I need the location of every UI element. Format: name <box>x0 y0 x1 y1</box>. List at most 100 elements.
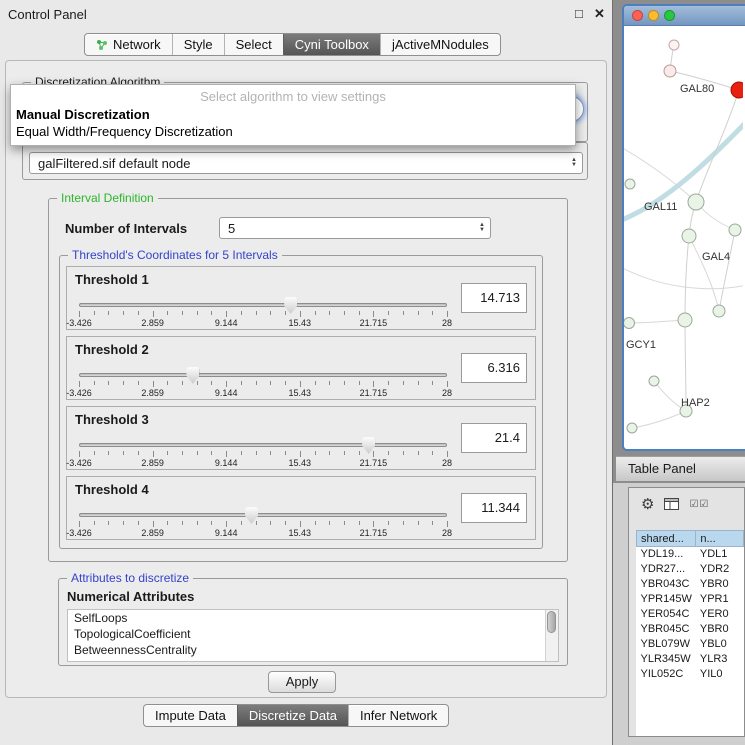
minimize-traffic-light-icon[interactable] <box>648 10 659 21</box>
network-icon <box>96 39 108 51</box>
network-node[interactable] <box>729 224 741 236</box>
node-label: GAL11 <box>644 201 677 213</box>
tab-cyni-toolbox[interactable]: Cyni Toolbox <box>283 34 380 55</box>
threshold-slider[interactable] <box>79 373 447 377</box>
table-data-combobox[interactable]: galFiltered.sif default node ▲▼ <box>29 152 583 174</box>
network-edge <box>719 230 735 311</box>
tab-impute-data[interactable]: Impute Data <box>144 705 237 726</box>
attributes-group: Attributes to discretize Numerical Attri… <box>58 578 568 666</box>
scrollbar-thumb[interactable] <box>547 611 556 633</box>
tick-label: 21.715 <box>360 388 388 398</box>
bottom-tab-bar: Impute Data Discretize Data Infer Networ… <box>143 704 449 727</box>
network-node[interactable] <box>688 194 704 210</box>
network-node[interactable] <box>627 423 637 433</box>
network-node[interactable] <box>731 82 743 98</box>
tab-jactivemnodules[interactable]: jActiveMNodules <box>380 34 500 55</box>
tick-label: 15.43 <box>289 388 312 398</box>
tab-network[interactable]: Network <box>85 34 172 55</box>
tab-style[interactable]: Style <box>172 34 224 55</box>
table-row[interactable]: YBR043CYBR0 <box>637 577 744 592</box>
table-row[interactable]: YDR27...YDR2 <box>637 562 744 577</box>
tab-discretize-data[interactable]: Discretize Data <box>237 705 348 726</box>
popup-option[interactable]: Manual Discretization <box>11 106 575 123</box>
tick-labels: -3.4262.8599.14415.4321.71528 <box>79 388 447 398</box>
interval-definition-group: Interval Definition Number of Intervals … <box>48 198 568 562</box>
numerical-attributes-list[interactable]: SelfLoopsTopologicalCoefficientBetweenne… <box>67 609 559 662</box>
table-row[interactable]: YDL19...YDL1 <box>637 547 744 562</box>
threshold-value-field[interactable]: 11.344 <box>461 493 527 523</box>
number-of-intervals-combobox[interactable]: 5 ▲▼ <box>219 217 491 239</box>
table-toolbar: ⚙ ☑☑ <box>629 488 744 520</box>
threshold-label: Threshold 2 <box>75 342 149 357</box>
network-node[interactable] <box>649 376 659 386</box>
select-columns-icon[interactable]: ☑☑ <box>689 499 709 510</box>
threshold-slider[interactable] <box>79 303 447 307</box>
table-row[interactable]: YBR045CYBR0 <box>637 622 744 637</box>
table-row[interactable]: YER054CYER0 <box>637 607 744 622</box>
threshold-value-field[interactable]: 14.713 <box>461 283 527 313</box>
popup-option[interactable]: Equal Width/Frequency Discretization <box>11 123 575 140</box>
table-row[interactable]: YBL079WYBL0 <box>637 637 744 652</box>
algorithm-popup-options: Manual DiscretizationEqual Width/Frequen… <box>11 106 575 140</box>
threshold-label: Threshold 1 <box>75 272 149 287</box>
column-header-name[interactable]: n... <box>696 531 744 547</box>
network-edge <box>629 320 685 323</box>
scrollbar[interactable] <box>545 610 558 661</box>
tick-label: 28 <box>442 388 452 398</box>
network-edge <box>624 116 743 221</box>
tab-label: Style <box>184 37 213 52</box>
stepper-icon: ▲▼ <box>479 223 485 233</box>
attribute-item[interactable]: SelfLoops <box>68 610 558 626</box>
network-window-titlebar[interactable] <box>624 6 745 26</box>
tick-label: -3.426 <box>66 318 92 328</box>
tab-select[interactable]: Select <box>224 34 283 55</box>
threshold-slider[interactable] <box>79 513 447 517</box>
tick-label: 15.43 <box>289 528 312 538</box>
table-row[interactable]: YIL052CYIL0 <box>637 667 744 682</box>
network-node[interactable] <box>625 179 635 189</box>
table-columns-icon[interactable] <box>664 498 679 510</box>
tick-label: 2.859 <box>141 528 164 538</box>
table-row[interactable]: YPR145WYPR1 <box>637 592 744 607</box>
network-node[interactable] <box>669 40 679 50</box>
network-edge <box>624 146 696 202</box>
thresholds-group-label: Threshold's Coordinates for 5 Intervals <box>68 248 282 262</box>
tab-label: Cyni Toolbox <box>295 37 369 52</box>
column-header-shared-name[interactable]: shared... <box>637 531 696 547</box>
close-icon[interactable]: ✕ <box>594 6 605 22</box>
threshold-value-field[interactable]: 21.4 <box>461 423 527 453</box>
tab-label: Impute Data <box>155 708 226 723</box>
attribute-item[interactable]: BetweennessCentrality <box>68 642 558 658</box>
threshold-row: Threshold 2 -3.4262.8599.14415.4321.7152… <box>66 336 536 400</box>
tab-infer-network[interactable]: Infer Network <box>348 705 448 726</box>
zoom-traffic-light-icon[interactable] <box>664 10 675 21</box>
slider-ticks <box>79 521 447 528</box>
network-node[interactable] <box>713 305 725 317</box>
tick-label: 9.144 <box>215 318 238 328</box>
gear-icon[interactable]: ⚙ <box>641 495 654 513</box>
close-traffic-light-icon[interactable] <box>632 10 643 21</box>
network-node[interactable] <box>664 65 676 77</box>
network-node[interactable] <box>682 229 696 243</box>
node-label: GAL4 <box>702 251 730 263</box>
table-data-group: Table Data galFiltered.sif default node … <box>22 142 588 180</box>
network-edge <box>632 411 686 428</box>
thresholds-group: Threshold's Coordinates for 5 Intervals … <box>59 255 543 549</box>
tick-label: 21.715 <box>360 528 388 538</box>
network-canvas[interactable]: GAL80GAL11GAL4GCY1HAP2 <box>624 26 743 450</box>
control-panel: Control Panel □ ✕ Network Style Select C… <box>0 0 613 745</box>
popup-placeholder: Select algorithm to view settings <box>11 85 575 106</box>
float-window-icon[interactable]: □ <box>575 6 583 21</box>
network-node[interactable] <box>678 313 692 327</box>
tick-label: 9.144 <box>215 528 238 538</box>
table-panel-header[interactable]: Table Panel <box>616 456 745 482</box>
threshold-value-field[interactable]: 6.316 <box>461 353 527 383</box>
table-row[interactable]: YLR345WYLR3 <box>637 652 744 667</box>
apply-button[interactable]: Apply <box>268 671 336 693</box>
network-node[interactable] <box>624 318 635 329</box>
top-tab-bar: Network Style Select Cyni Toolbox jActiv… <box>84 33 501 56</box>
network-edge <box>685 236 689 320</box>
threshold-slider[interactable] <box>79 443 447 447</box>
attribute-item[interactable]: TopologicalCoefficient <box>68 626 558 642</box>
table-data-value: galFiltered.sif default node <box>38 156 190 171</box>
